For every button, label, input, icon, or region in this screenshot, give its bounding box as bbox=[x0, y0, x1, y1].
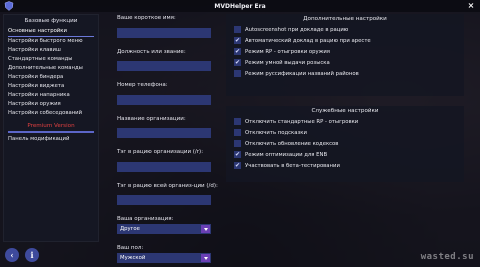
profile-form: Ваше короткое имя: Должность или звание:… bbox=[117, 14, 218, 267]
checkbox-checked[interactable]: ✔ bbox=[234, 37, 241, 44]
checkbox[interactable] bbox=[234, 70, 241, 77]
watermark: wasted.su bbox=[420, 252, 474, 262]
option-auto-report[interactable]: ✔ Автоматический доклад в рацию при арес… bbox=[226, 35, 464, 46]
option-label: Режим оптимизации для ENB bbox=[245, 151, 328, 158]
window-title: MVDHelper Era bbox=[214, 2, 266, 10]
checkbox[interactable] bbox=[234, 118, 241, 125]
option-disable-rp[interactable]: Отключить стандартные RP - отыгровки bbox=[226, 116, 464, 127]
option-autoscreenshot[interactable]: Autoscreenshot при докладе в рацию bbox=[226, 24, 464, 35]
check-icon: ✔ bbox=[234, 37, 241, 44]
info-button[interactable]: i bbox=[25, 248, 39, 262]
sidebar-section-title: Базовые функции bbox=[24, 18, 78, 24]
sidebar-item-standard-commands[interactable]: Стандартные команды bbox=[4, 55, 98, 64]
sidebar-item-mod-panel[interactable]: Панель модификаций bbox=[4, 135, 98, 144]
option-label: Отключить подсказки bbox=[245, 129, 307, 136]
checkbox[interactable] bbox=[234, 26, 241, 33]
radio-tag-label: Тэг в рацию организации (/r): bbox=[117, 149, 204, 155]
extra-settings-title: Дополнительные настройки bbox=[303, 16, 387, 22]
sidebar: Базовые функции Основные настройки Настр… bbox=[3, 14, 99, 242]
sidebar-item-widget[interactable]: Настройки виджета bbox=[4, 82, 98, 91]
short-name-label: Ваше короткое имя: bbox=[117, 15, 176, 21]
check-icon: ✔ bbox=[234, 151, 241, 158]
option-label: Режим RP - отыгровки оружия bbox=[245, 48, 330, 55]
org-select-label: Ваша организация: bbox=[117, 216, 174, 222]
option-rp-weapons[interactable]: ✔ Режим RP - отыгровки оружия bbox=[226, 46, 464, 57]
position-input[interactable] bbox=[117, 61, 211, 71]
option-beta[interactable]: ✔ Участвовать в бета-тестировании bbox=[226, 160, 464, 171]
checkbox-checked[interactable]: ✔ bbox=[234, 151, 241, 158]
dept-tag-input[interactable] bbox=[117, 195, 211, 205]
option-enb-mode[interactable]: ✔ Режим оптимизации для ENB bbox=[226, 149, 464, 160]
checkbox-checked[interactable]: ✔ bbox=[234, 59, 241, 66]
option-disable-codex-update[interactable]: Отключить обновление кодексов bbox=[226, 138, 464, 149]
gender-select[interactable]: Мужской bbox=[117, 253, 211, 263]
check-icon: ✔ bbox=[234, 48, 241, 55]
sidebar-item-partner[interactable]: Настройки напарника bbox=[4, 91, 98, 100]
short-name-input[interactable] bbox=[117, 27, 211, 38]
position-label: Должность или звание: bbox=[117, 48, 186, 55]
gender-select-value: Мужской bbox=[120, 255, 146, 261]
checkbox[interactable] bbox=[234, 140, 241, 147]
option-label: Режим руссификации названий районов bbox=[245, 70, 359, 77]
info-icon: i bbox=[30, 250, 34, 260]
org-name-input[interactable] bbox=[117, 128, 211, 138]
app-window: MVDHelper Era × Базовые функции Основные… bbox=[0, 0, 480, 267]
sidebar-item-quick-menu[interactable]: Настройки быстрого меню bbox=[4, 37, 98, 46]
phone-label: Номер телефона: bbox=[117, 82, 168, 88]
sidebar-item-weapons[interactable]: Настройки оружия bbox=[4, 100, 98, 109]
option-label: Автоматический доклад в рацию при аресте bbox=[245, 37, 371, 44]
option-label: Режим умной выдачи розыска bbox=[245, 59, 330, 66]
phone-input[interactable] bbox=[117, 94, 211, 105]
gender-select-label: Ваш пол: bbox=[117, 245, 144, 251]
option-russify-districts[interactable]: Режим руссификации названий районов bbox=[226, 68, 464, 79]
extra-settings-panel: Дополнительные настройки Autoscreenshot … bbox=[226, 14, 464, 96]
option-label: Отключить стандартные RP - отыгровки bbox=[245, 118, 359, 125]
checkbox-checked[interactable]: ✔ bbox=[234, 162, 241, 169]
service-settings-panel: Служебные настройки Отключить стандартны… bbox=[226, 106, 464, 182]
radio-tag-input[interactable] bbox=[117, 161, 211, 172]
premium-divider bbox=[8, 131, 94, 133]
option-disable-hints[interactable]: Отключить подсказки bbox=[226, 127, 464, 138]
back-arrow-icon: ‹ bbox=[10, 250, 14, 260]
sidebar-item-extra-commands[interactable]: Дополнительные команды bbox=[4, 64, 98, 73]
option-label: Autoscreenshot при докладе в рацию bbox=[245, 26, 349, 33]
org-select[interactable]: Другое bbox=[117, 224, 211, 234]
sidebar-item-interviews[interactable]: Настройки собеседований bbox=[4, 109, 98, 118]
checkbox-checked[interactable]: ✔ bbox=[234, 48, 241, 55]
sidebar-item-main-settings[interactable]: Основные настройки bbox=[4, 27, 98, 36]
back-button[interactable]: ‹ bbox=[5, 248, 19, 262]
sidebar-item-keys[interactable]: Настройки клавиш bbox=[4, 46, 98, 55]
premium-section-title: Premium Version bbox=[27, 123, 75, 129]
org-select-value: Другое bbox=[120, 226, 140, 232]
dropdown-arrow-icon[interactable] bbox=[201, 254, 210, 262]
dropdown-arrow-icon[interactable] bbox=[201, 225, 210, 233]
check-icon: ✔ bbox=[234, 59, 241, 66]
option-smart-wanted[interactable]: ✔ Режим умной выдачи розыска bbox=[226, 57, 464, 68]
service-settings-title: Служебные настройки bbox=[311, 108, 379, 114]
close-button[interactable]: × bbox=[466, 1, 476, 11]
dept-tag-label: Тэг в рацию всей организ-ции (/d): bbox=[117, 182, 218, 189]
title-bar[interactable]: MVDHelper Era × bbox=[0, 0, 480, 12]
option-label: Участвовать в бета-тестировании bbox=[245, 162, 340, 169]
check-icon: ✔ bbox=[234, 162, 241, 169]
checkbox[interactable] bbox=[234, 129, 241, 136]
shield-logo-icon bbox=[4, 1, 14, 11]
sidebar-item-binder[interactable]: Настройки биндера bbox=[4, 73, 98, 82]
bottom-buttons: ‹ i bbox=[5, 248, 39, 262]
option-label: Отключить обновление кодексов bbox=[245, 140, 339, 147]
org-name-label: Название организации: bbox=[117, 115, 186, 122]
